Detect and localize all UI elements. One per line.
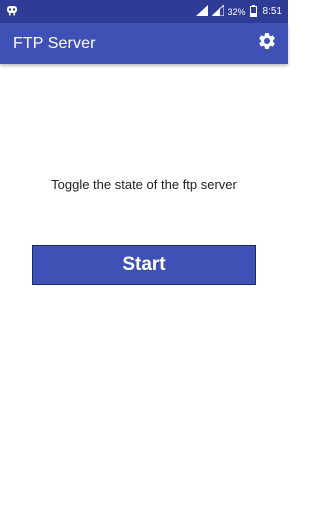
app-notification-icon — [6, 3, 18, 21]
signal-icon — [210, 3, 225, 18]
instruction-text: Toggle the state of the ftp server — [51, 177, 237, 192]
gear-icon — [257, 31, 277, 56]
status-bar: 32% 8:51 — [0, 0, 288, 23]
settings-button[interactable] — [256, 33, 278, 55]
battery-percent: 32% — [227, 6, 246, 17]
main-content: Toggle the state of the ftp server Start — [0, 64, 288, 512]
signal-icon — [195, 5, 208, 18]
start-button[interactable]: Start — [32, 245, 256, 285]
start-button-label: Start — [122, 254, 166, 275]
clock: 8:51 — [262, 6, 282, 17]
app-title: FTP Server — [13, 34, 96, 52]
battery-icon — [249, 4, 257, 19]
app-bar: FTP Server — [0, 23, 288, 64]
